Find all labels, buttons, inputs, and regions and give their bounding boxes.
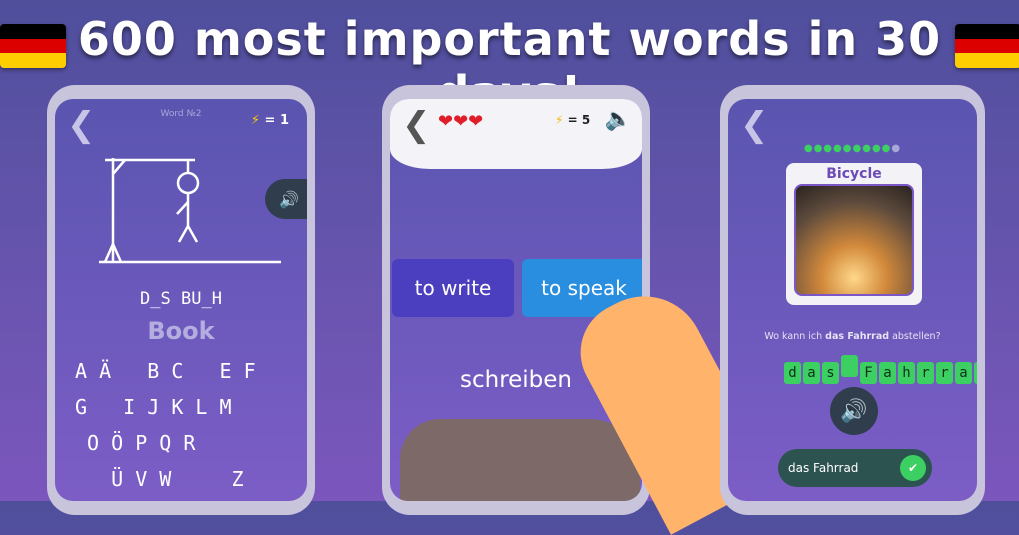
chevron-left-icon[interactable]: ❮ xyxy=(740,105,769,145)
speaker-icon[interactable]: 🔈 xyxy=(605,107,632,132)
hangman-drawing xyxy=(99,158,281,264)
example-sentence: Wo kann ich das Fahrrad abstellen? xyxy=(764,331,941,342)
letter-tile: h xyxy=(898,362,915,384)
speaker-icon: 🔊 xyxy=(279,189,299,209)
bicycle-image xyxy=(794,184,914,296)
energy-counter: ⚡ = 5 xyxy=(555,113,591,127)
option-to-write[interactable]: to write xyxy=(392,259,514,317)
letter-tile: d xyxy=(974,362,977,384)
rocks xyxy=(400,419,640,501)
hearts: ❤❤❤ xyxy=(438,111,483,132)
card-title: Bicycle xyxy=(826,166,882,182)
letter-tile: r xyxy=(936,362,953,384)
sound-button[interactable]: 🔊 xyxy=(830,387,878,435)
letter-tile xyxy=(841,355,858,377)
word-card: Bicycle xyxy=(786,163,922,305)
letter-tile: d xyxy=(784,362,801,384)
sound-button[interactable]: 🔊 xyxy=(265,179,307,219)
heart-icon: ❤❤❤ xyxy=(438,111,484,132)
lightning-icon: ⚡ xyxy=(250,113,260,128)
phone-quiz: ❮ ❤❤❤ ⚡ = 5 🔈 to write to speak schreibe… xyxy=(382,85,650,515)
letter-tile: a xyxy=(955,362,972,384)
progress-dots: ●●●●●●●●●● xyxy=(803,143,902,154)
check-icon: ✔ xyxy=(900,455,926,481)
letter-tile: a xyxy=(879,362,896,384)
chevron-left-icon[interactable]: ❮ xyxy=(402,105,431,145)
answer-field[interactable]: das Fahrrad ✔ xyxy=(778,449,932,487)
phone-flashcard: ❮ ●●●●●●●●●● Bicycle Wo kann ich das Fah… xyxy=(720,85,985,515)
letter-tile: r xyxy=(917,362,934,384)
lightning-icon: ⚡ xyxy=(555,113,564,127)
speaker-icon: 🔊 xyxy=(840,398,868,424)
translation: Book xyxy=(147,317,215,345)
letter-tile: s xyxy=(822,362,839,384)
letter-tile: F xyxy=(860,362,877,384)
letter-tiles: das Fahrrad xyxy=(784,355,977,384)
energy-counter: ⚡ = 1 xyxy=(250,113,289,128)
phone-hangman: ❮ Word №2 ⚡ = 1 🔊 D_S BU_H Book A Ä B C … xyxy=(47,85,315,515)
letter-keyboard[interactable]: A Ä B C E FG I J K L M O Ö P Q R Ü V W Z xyxy=(75,359,305,501)
masked-word: D_S BU_H xyxy=(140,289,222,309)
letter-tile: a xyxy=(803,362,820,384)
